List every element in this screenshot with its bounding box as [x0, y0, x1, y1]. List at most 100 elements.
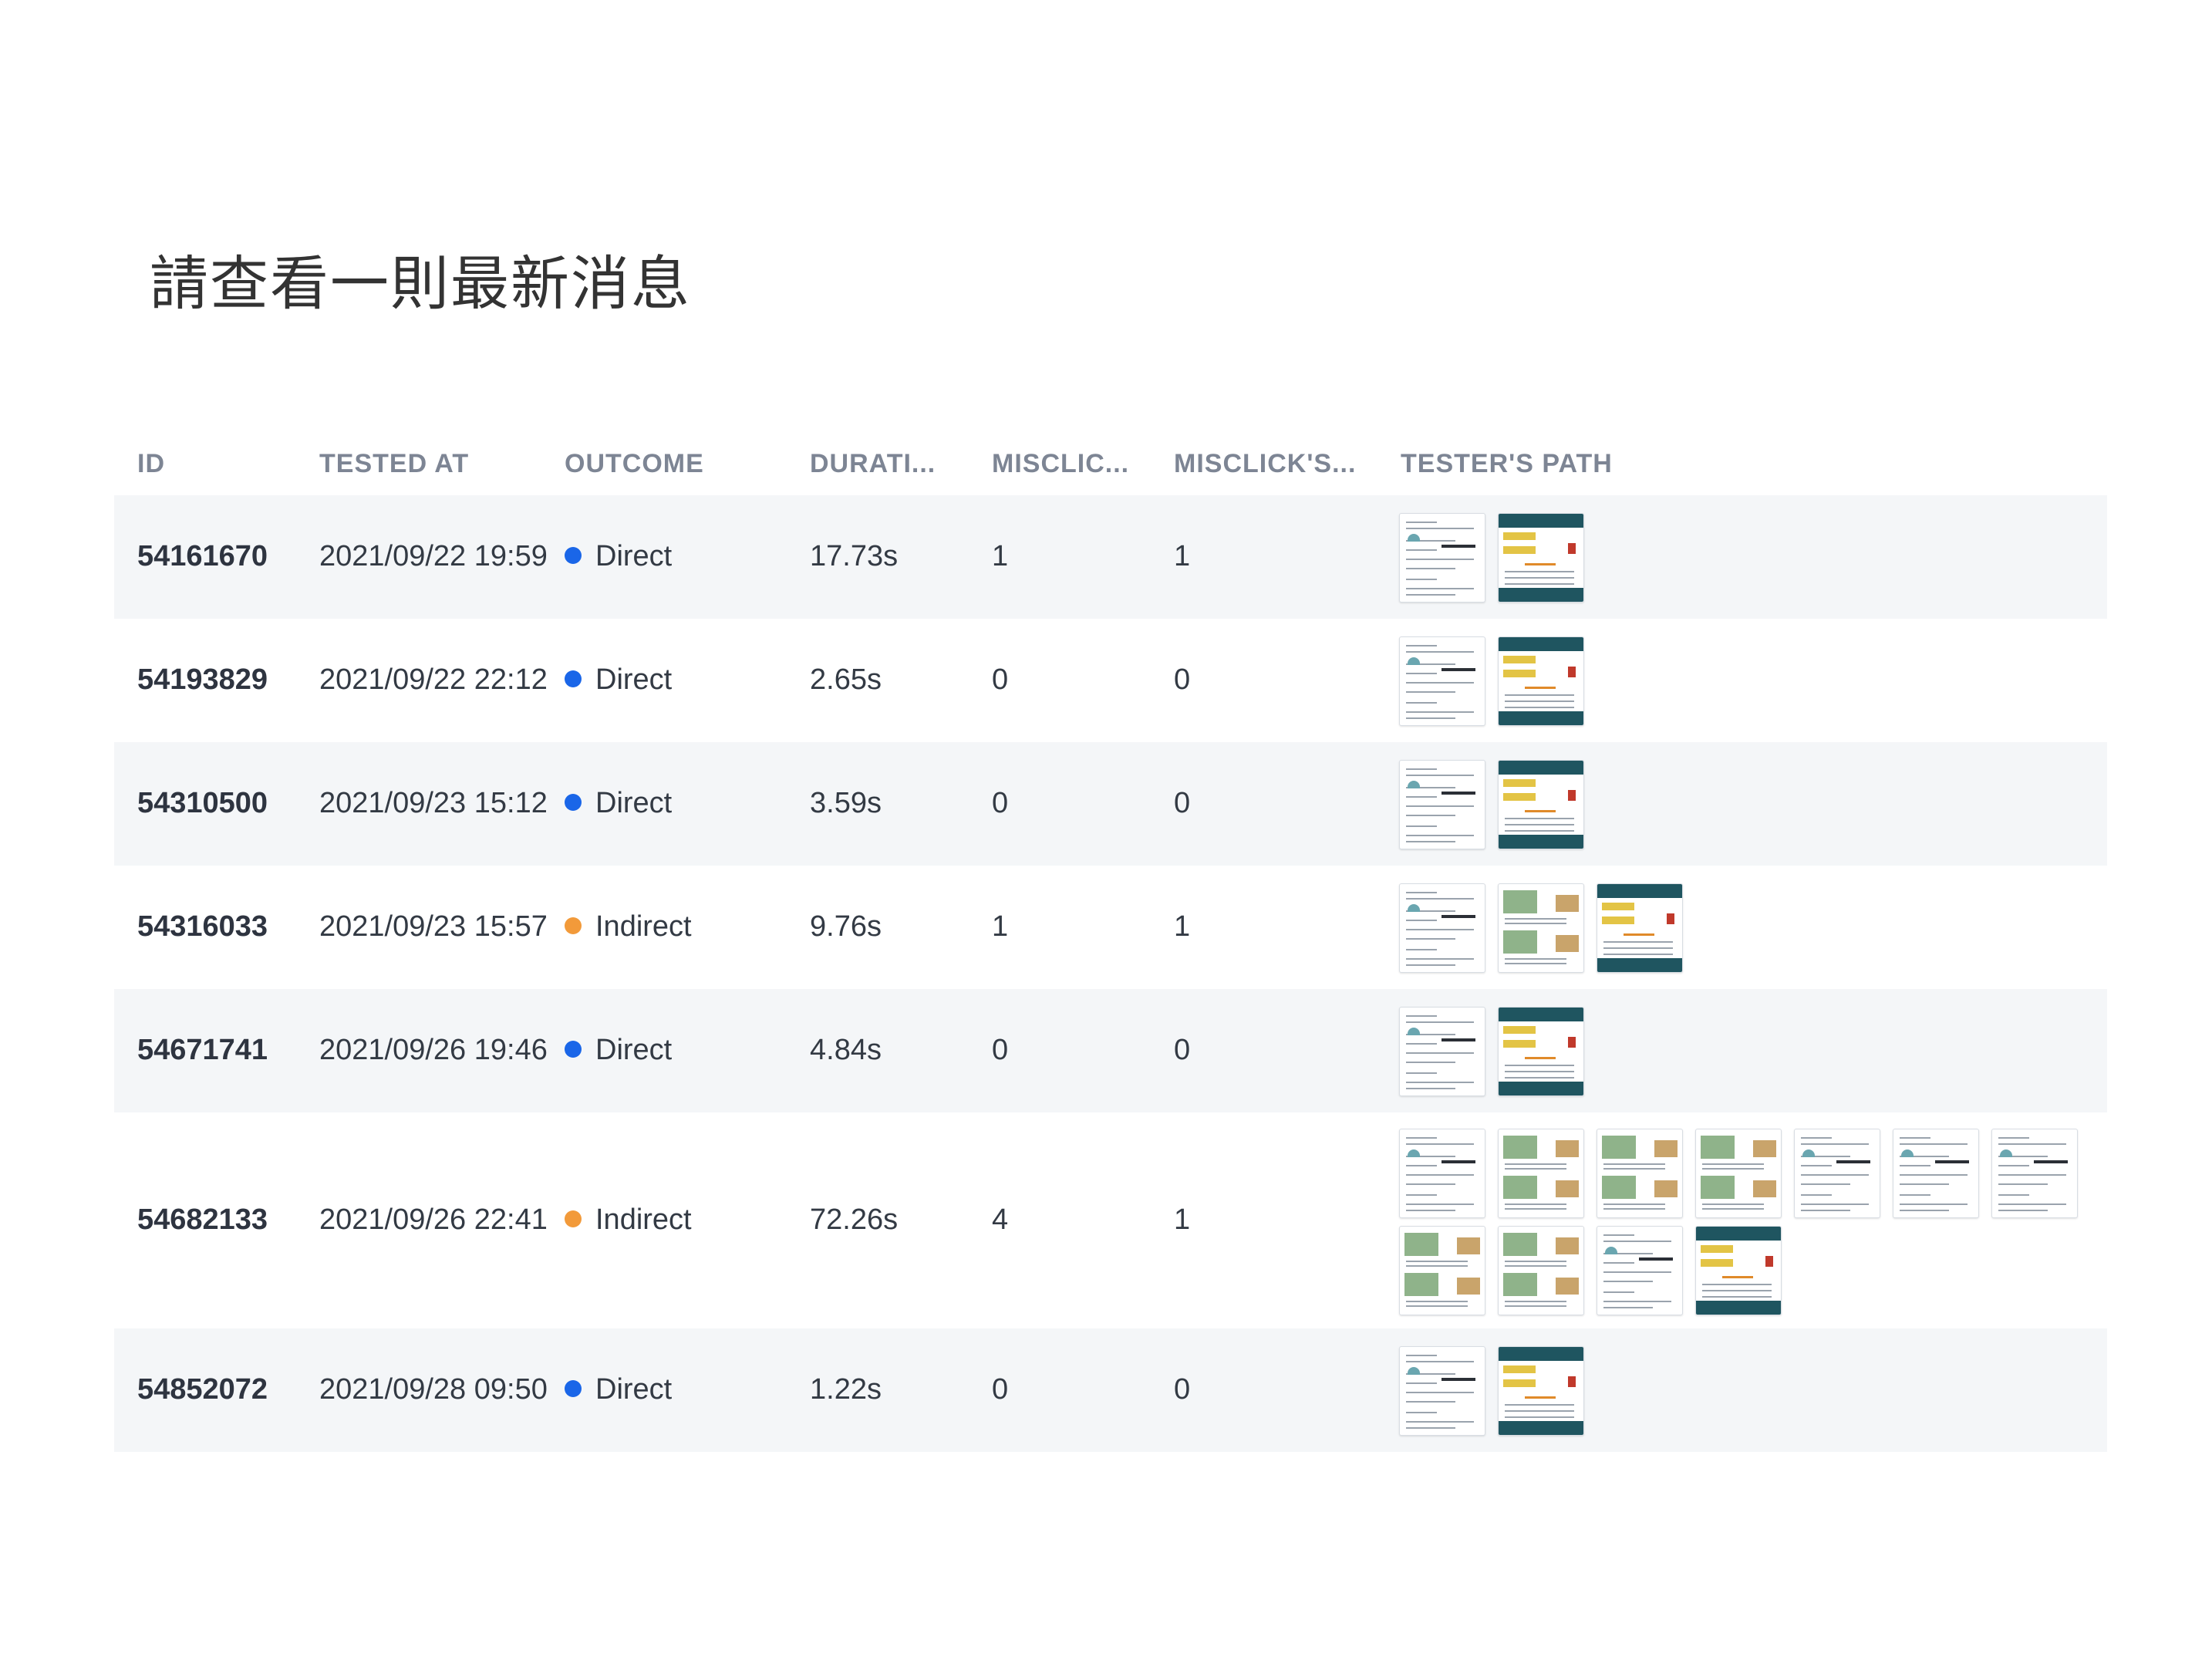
screen-thumbnail[interactable] — [1498, 636, 1584, 726]
column-header-id[interactable]: ID — [137, 449, 165, 479]
row-tested-at: 2021/09/26 19:46 — [319, 1034, 548, 1066]
table-header: ID TESTED AT OUTCOME DURATI... MISCLIC..… — [114, 432, 2107, 495]
screen-thumbnail[interactable] — [1399, 883, 1485, 973]
testers-path — [1399, 513, 2078, 603]
direct-status-dot-icon — [565, 670, 582, 687]
table-row[interactable]: 54193829 2021/09/22 22:12 Direct 2.65s 0 0 — [114, 619, 2107, 742]
row-misclicks: 4 — [992, 1203, 1009, 1236]
row-misclicks-detail: 0 — [1174, 1373, 1191, 1406]
results-table: ID TESTED AT OUTCOME DURATI... MISCLIC..… — [114, 432, 2107, 1452]
screen-thumbnail[interactable] — [1498, 760, 1584, 849]
table-row[interactable]: 54852072 2021/09/28 09:50 Direct 1.22s 0 0 — [114, 1328, 2107, 1452]
column-header-tested-at[interactable]: TESTED AT — [319, 449, 469, 479]
row-duration: 9.76s — [810, 910, 882, 943]
column-header-outcome[interactable]: OUTCOME — [565, 449, 704, 479]
screen-thumbnail[interactable] — [1597, 1226, 1683, 1315]
column-header-duration[interactable]: DURATI... — [810, 449, 936, 479]
page-title: 請查看一則最新消息 — [150, 249, 691, 318]
outcome-label: Direct — [595, 787, 673, 819]
screen-thumbnail[interactable] — [1399, 1346, 1485, 1436]
row-misclicks: 1 — [992, 910, 1009, 943]
screen-thumbnail[interactable] — [1498, 513, 1584, 603]
row-misclicks-detail: 1 — [1174, 1203, 1191, 1236]
column-header-misclicks-detail[interactable]: MISCLICK'S... — [1174, 449, 1356, 479]
table-row[interactable]: 54161670 2021/09/22 19:59 Direct 17.73s 1 1 — [114, 495, 2107, 619]
row-tested-at: 2021/09/22 22:12 — [319, 663, 548, 696]
row-misclicks-detail: 1 — [1174, 910, 1191, 943]
row-id: 54682133 — [137, 1203, 268, 1236]
row-id: 54193829 — [137, 663, 268, 696]
screen-thumbnail[interactable] — [1498, 1346, 1584, 1436]
table-row[interactable]: 54316033 2021/09/23 15:57 Indirect 9.76s 1 1 — [114, 866, 2107, 989]
screen-thumbnail[interactable] — [1893, 1129, 1979, 1218]
direct-status-dot-icon — [565, 547, 582, 564]
screen-thumbnail[interactable] — [1399, 513, 1485, 603]
row-id: 54316033 — [137, 910, 268, 943]
testers-path — [1399, 1346, 2078, 1436]
row-id: 54671741 — [137, 1034, 268, 1066]
row-duration: 72.26s — [810, 1203, 899, 1236]
screen-thumbnail[interactable] — [1695, 1129, 1782, 1218]
indirect-status-dot-icon — [565, 917, 582, 934]
screen-thumbnail[interactable] — [1498, 1226, 1584, 1315]
row-misclicks-detail: 0 — [1174, 663, 1191, 696]
screen-thumbnail[interactable] — [1399, 760, 1485, 849]
row-misclicks: 0 — [992, 663, 1009, 696]
testers-path — [1399, 1007, 2078, 1096]
row-outcome: Direct — [565, 1034, 672, 1067]
column-header-misclicks[interactable]: MISCLIC... — [992, 449, 1129, 479]
screen-thumbnail[interactable] — [1498, 1007, 1584, 1096]
row-tested-at: 2021/09/23 15:12 — [319, 787, 548, 819]
direct-status-dot-icon — [565, 1041, 582, 1058]
screen-thumbnail[interactable] — [1399, 1129, 1485, 1218]
screen-thumbnail[interactable] — [1399, 1226, 1485, 1315]
column-header-testers-path[interactable]: TESTER'S PATH — [1401, 449, 1613, 479]
row-tested-at: 2021/09/23 15:57 — [319, 910, 548, 943]
row-duration: 17.73s — [810, 540, 899, 572]
row-id: 54310500 — [137, 787, 268, 819]
row-id: 54161670 — [137, 540, 268, 572]
screen-thumbnail[interactable] — [1597, 883, 1683, 973]
row-tested-at: 2021/09/22 19:59 — [319, 540, 548, 572]
screen-thumbnail[interactable] — [1794, 1129, 1880, 1218]
row-outcome: Direct — [565, 663, 672, 697]
row-outcome: Direct — [565, 540, 672, 573]
row-id: 54852072 — [137, 1373, 268, 1406]
row-misclicks: 0 — [992, 1373, 1009, 1406]
row-duration: 3.59s — [810, 787, 882, 819]
testers-path — [1399, 760, 2078, 849]
row-misclicks-detail: 0 — [1174, 1034, 1191, 1066]
table-body: 54161670 2021/09/22 19:59 Direct 17.73s 1 1 54… — [114, 495, 2107, 1452]
table-row[interactable]: 54671741 2021/09/26 19:46 Direct 4.84s 0 0 — [114, 989, 2107, 1112]
row-misclicks-detail: 0 — [1174, 787, 1191, 819]
screen-thumbnail[interactable] — [1498, 1129, 1584, 1218]
table-row[interactable]: 54682133 2021/09/26 22:41 Indirect 72.26s 4 1 — [114, 1112, 2107, 1328]
screen-thumbnail[interactable] — [1991, 1129, 2078, 1218]
row-outcome: Direct — [565, 1373, 672, 1406]
outcome-label: Indirect — [595, 1203, 692, 1236]
outcome-label: Direct — [595, 540, 673, 572]
row-duration: 2.65s — [810, 663, 882, 696]
table-row[interactable]: 54310500 2021/09/23 15:12 Direct 3.59s 0 0 — [114, 742, 2107, 866]
row-outcome: Indirect — [565, 910, 692, 944]
row-misclicks: 0 — [992, 787, 1009, 819]
screen-thumbnail[interactable] — [1597, 1129, 1683, 1218]
outcome-label: Direct — [595, 663, 673, 696]
testers-path — [1399, 636, 2078, 726]
screen-thumbnail[interactable] — [1695, 1226, 1782, 1315]
indirect-status-dot-icon — [565, 1210, 582, 1227]
screen-thumbnail[interactable] — [1399, 1007, 1485, 1096]
testers-path — [1399, 883, 2078, 973]
outcome-label: Direct — [595, 1034, 673, 1066]
row-outcome: Direct — [565, 787, 672, 820]
screen-thumbnail[interactable] — [1498, 883, 1584, 973]
testers-path — [1399, 1129, 2078, 1315]
row-misclicks: 0 — [992, 1034, 1009, 1066]
row-duration: 4.84s — [810, 1034, 882, 1066]
row-duration: 1.22s — [810, 1373, 882, 1406]
row-outcome: Indirect — [565, 1203, 692, 1237]
row-misclicks: 1 — [992, 540, 1009, 572]
row-misclicks-detail: 1 — [1174, 540, 1191, 572]
screen-thumbnail[interactable] — [1399, 636, 1485, 726]
direct-status-dot-icon — [565, 794, 582, 811]
